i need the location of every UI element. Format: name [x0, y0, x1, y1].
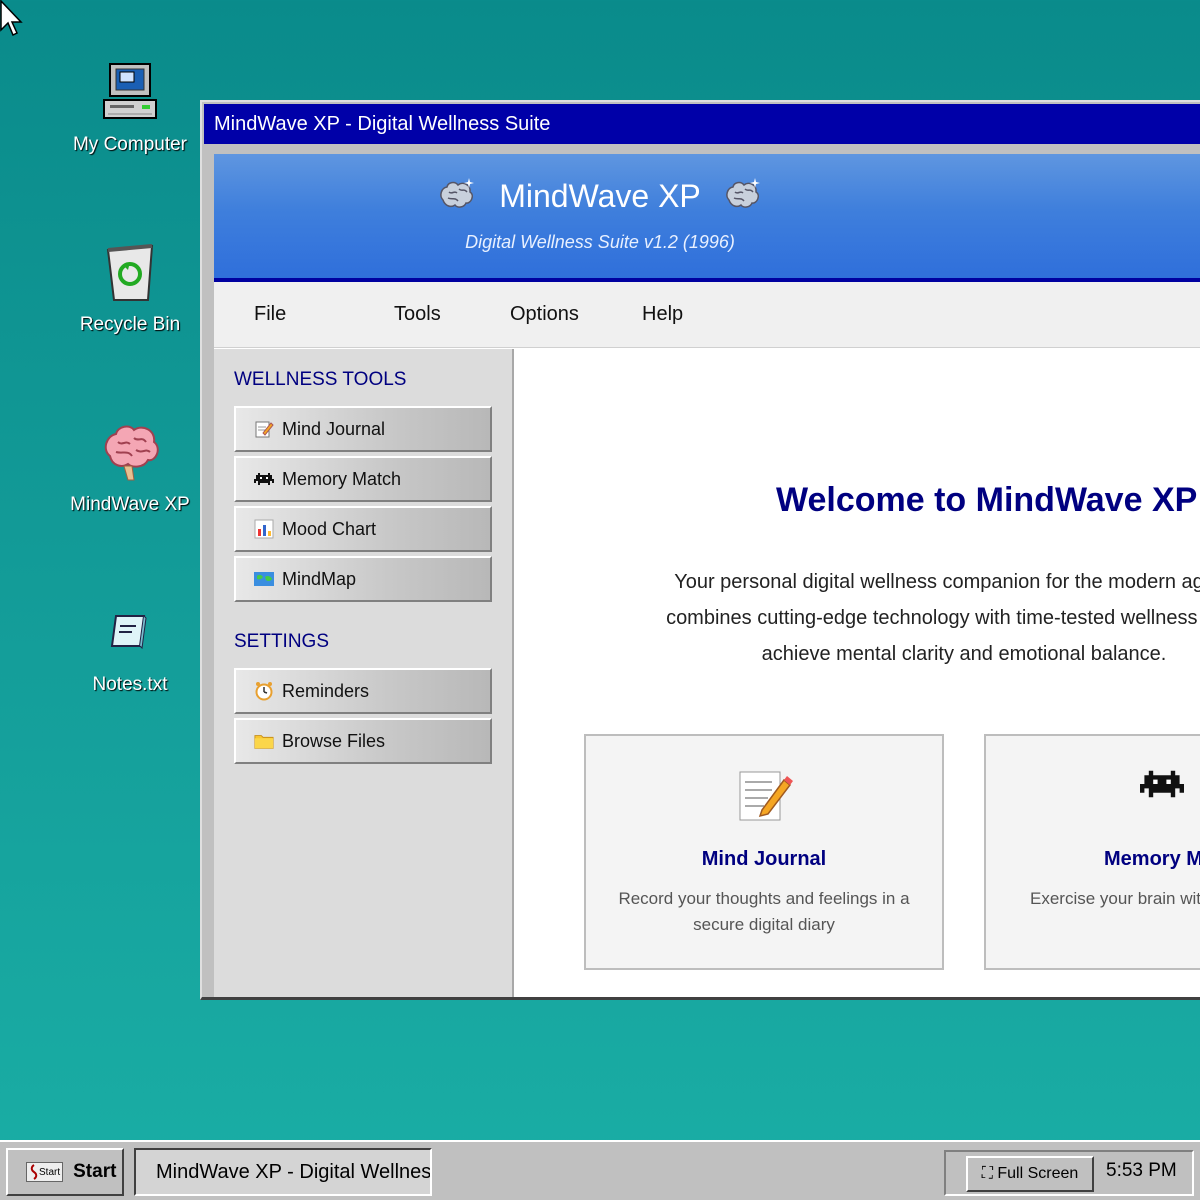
sidebar-item-label: Mind Journal	[282, 418, 386, 439]
space-invader-icon	[984, 766, 1200, 802]
app-window: MindWave XP - Digital Wellness Suite Min…	[200, 100, 1200, 1000]
window-title: MindWave XP - Digital Wellness Suite	[214, 113, 551, 135]
desktop-icon-label: MindWave XP	[70, 494, 190, 515]
banner-subtitle: Digital Wellness Suite v1.2 (1996)	[465, 232, 735, 252]
menu-bar: File Tools Options Help	[214, 282, 1200, 348]
alarm-clock-icon	[254, 681, 274, 701]
fullscreen-button[interactable]: ⛶ Full Screen	[966, 1156, 1094, 1192]
menu-options[interactable]: Options	[510, 303, 620, 326]
fullscreen-label: Full Screen	[997, 1165, 1079, 1182]
sidebar-item-mood-chart[interactable]: Mood Chart	[234, 506, 492, 552]
feature-card-mind-journal[interactable]: Mind Journal Record your thoughts and fe…	[584, 734, 944, 970]
sidebar-heading-settings: SETTINGS	[234, 631, 330, 652]
desktop-icon-label: Notes.txt	[92, 674, 168, 695]
brain-sparkle-icon	[725, 178, 760, 208]
world-map-icon	[254, 569, 274, 589]
sidebar-item-label: Mood Chart	[282, 518, 377, 539]
intro-text: Your personal digital wellness companion…	[594, 564, 1200, 672]
brain-icon	[98, 420, 162, 484]
sidebar-heading-wellness: WELLNESS TOOLS	[234, 369, 407, 390]
pencil-memo-icon	[586, 766, 942, 826]
card-description: Record your thoughts and feelings in a s…	[618, 889, 910, 934]
start-button[interactable]: Start Start	[6, 1148, 124, 1196]
system-tray: ⛶ Full Screen 5:53 PM	[944, 1150, 1194, 1196]
taskbar-window-button[interactable]: MindWave XP - Digital Wellness	[134, 1148, 432, 1196]
sidebar-item-label: Memory Match	[282, 468, 402, 489]
main-content: Welcome to MindWave XP Your personal dig…	[514, 349, 1200, 997]
clock: 5:53 PM	[1106, 1160, 1177, 1181]
window-body: MindWave XP Digital Wellness Suite v1.2 …	[214, 154, 1200, 997]
feature-card-memory-match[interactable]: Memory Mat Exercise your brain with chal…	[984, 734, 1200, 970]
sidebar-item-reminders[interactable]: Reminders	[234, 668, 492, 714]
sidebar-item-label: MindMap	[282, 568, 357, 589]
space-invader-icon	[254, 469, 274, 489]
desktop-icon-label: My Computer	[72, 134, 188, 155]
sidebar-item-mind-journal[interactable]: Mind Journal	[234, 406, 492, 452]
start-logo-icon: Start	[26, 1162, 64, 1182]
taskbar: Start Start MindWave XP - Digital Wellne…	[0, 1140, 1200, 1200]
sidebar-item-memory-match[interactable]: Memory Match	[234, 456, 492, 502]
card-description: Exercise your brain with challenges	[1030, 889, 1200, 908]
sidebar-item-browse-files[interactable]: Browse Files	[234, 718, 492, 764]
mouse-cursor-icon	[0, 0, 23, 37]
desktop-icon-mindwave-xp[interactable]: MindWave XP	[55, 420, 205, 516]
desktop-icon-notes[interactable]: Notes.txt	[55, 600, 205, 696]
computer-icon	[98, 60, 162, 124]
intro-line: achieve mental clarity and emotional bal…	[761, 643, 1167, 665]
sidebar-item-mindmap[interactable]: MindMap	[234, 556, 492, 602]
desktop-icon-my-computer[interactable]: My Computer	[55, 60, 205, 156]
fullscreen-icon: ⛶	[981, 1165, 998, 1182]
menu-tools[interactable]: Tools	[394, 303, 494, 326]
bar-chart-icon	[254, 519, 274, 539]
window-titlebar[interactable]: MindWave XP - Digital Wellness Suite	[204, 104, 1200, 144]
intro-line: combines cutting-edge technology with ti…	[666, 607, 1200, 629]
desktop-icon-label: Recycle Bin	[79, 314, 181, 335]
sidebar-item-label: Reminders	[282, 680, 370, 701]
card-title: Mind Journal	[701, 848, 827, 870]
banner-title: MindWave XP	[499, 177, 701, 214]
app-banner: MindWave XP Digital Wellness Suite v1.2 …	[214, 154, 1200, 282]
notepad-icon	[98, 600, 162, 664]
sidebar-item-label: Browse Files	[282, 730, 386, 751]
card-title: Memory Mat	[1104, 848, 1200, 870]
menu-help[interactable]: Help	[642, 303, 742, 326]
start-logo-text: Start	[39, 1166, 61, 1178]
menu-file[interactable]: File	[214, 303, 334, 326]
pencil-memo-icon	[254, 419, 274, 439]
sidebar: WELLNESS TOOLS Mind Journal Memory Match…	[214, 349, 514, 997]
welcome-heading: Welcome to MindWave XP	[776, 481, 1198, 519]
start-label: Start	[73, 1161, 117, 1182]
brain-sparkle-icon	[440, 178, 475, 208]
folder-icon	[254, 731, 274, 751]
intro-line: Your personal digital wellness companion…	[674, 571, 1200, 593]
